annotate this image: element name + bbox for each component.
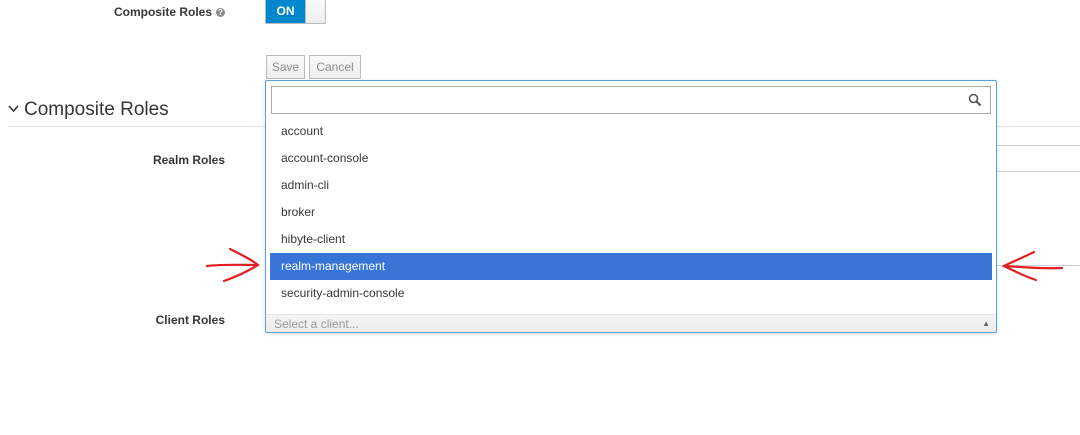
- left-arrow-annotation: [205, 247, 260, 283]
- search-icon: [968, 93, 982, 107]
- composite-roles-toggle[interactable]: ON: [265, 0, 326, 24]
- dropdown-option[interactable]: account: [270, 118, 992, 145]
- toggle-on-label: ON: [266, 0, 305, 23]
- dropdown-option[interactable]: security-admin-console: [270, 280, 992, 307]
- toggle-knob: [305, 0, 325, 23]
- dropdown-search-field[interactable]: [271, 86, 991, 114]
- client-roles-label: Client Roles: [155, 313, 225, 327]
- section-title: Composite Roles: [24, 99, 169, 120]
- cancel-button[interactable]: Cancel: [309, 55, 361, 79]
- dropdown-option[interactable]: hibyte-client: [270, 226, 992, 253]
- dropdown-option[interactable]: broker: [270, 199, 992, 226]
- composite-roles-text: Composite Roles: [113, 5, 212, 19]
- help-icon[interactable]: ?: [216, 8, 225, 17]
- chevron-down-icon: [8, 101, 19, 116]
- client-select-dropdown[interactable]: account account-console admin-cli broker…: [265, 80, 997, 333]
- caret-up-icon: ▲: [982, 319, 990, 328]
- dropdown-search-input[interactable]: [276, 88, 960, 114]
- realm-roles-label: Realm Roles: [152, 153, 225, 167]
- client-select-placeholder: Select a client...: [274, 317, 359, 331]
- dropdown-option[interactable]: admin-cli: [270, 172, 992, 199]
- composite-roles-label: Composite Roles?: [95, 5, 225, 19]
- section-header[interactable]: Composite Roles: [8, 99, 169, 121]
- dropdown-option-highlighted[interactable]: realm-management: [270, 253, 992, 280]
- right-arrow-annotation: [1001, 250, 1064, 282]
- client-select-bar[interactable]: Select a client... ▲: [266, 314, 996, 332]
- dropdown-options: account account-console admin-cli broker…: [266, 118, 996, 307]
- available-roles-box: [997, 145, 1080, 172]
- save-button[interactable]: Save: [266, 55, 305, 79]
- dropdown-option[interactable]: account-console: [270, 145, 992, 172]
